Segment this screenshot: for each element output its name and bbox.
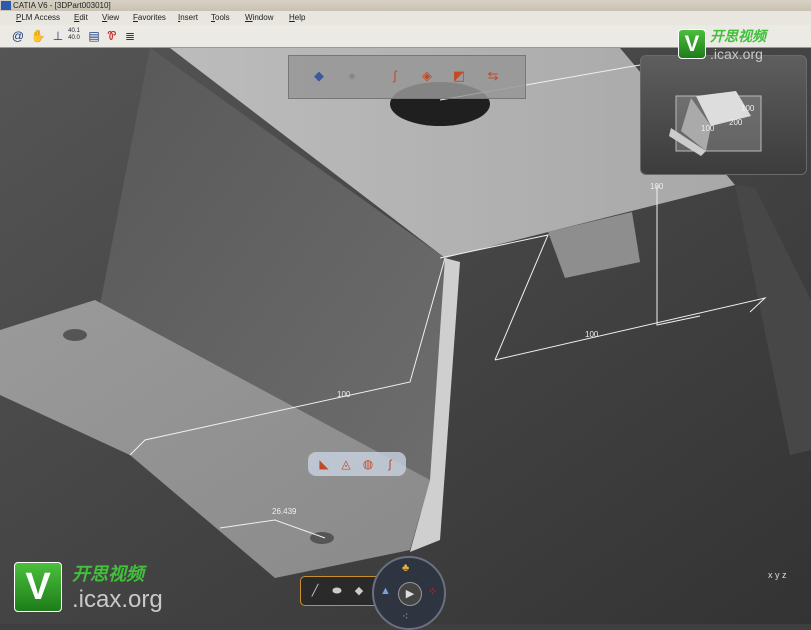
surface-icon[interactable]: ⬬ — [329, 583, 345, 599]
dimension-label[interactable]: 100 — [585, 330, 598, 339]
menu-bar: PLM Access Edit View Favorites Insert To… — [0, 11, 811, 25]
flange-icon[interactable]: ◈ — [419, 68, 435, 84]
play-icon[interactable]: ▶ — [398, 582, 422, 606]
watermark-logo: V — [14, 562, 62, 612]
watermark-chinese: 开思视频 — [710, 28, 766, 44]
line-icon[interactable]: ╱ — [307, 583, 323, 599]
compass-preview[interactable]: 100 200 100 — [640, 55, 807, 175]
watermark-domain: .icax.org — [72, 586, 163, 613]
dimension-label[interactable]: 100 — [650, 182, 663, 191]
preview-dimension: 100 — [701, 124, 715, 133]
unfold-icon[interactable]: ⇆ — [485, 68, 501, 84]
flange-hole — [63, 329, 87, 341]
hand-icon[interactable]: ✋ — [30, 28, 46, 44]
sheet-icon[interactable]: ◆ — [311, 68, 327, 84]
menu-edit[interactable]: Edit — [74, 11, 88, 25]
title-bar: CATIA V6 - [3DPart003010] — [0, 0, 811, 11]
hem-icon[interactable]: ◍ — [360, 456, 376, 472]
menu-favorites[interactable]: Favorites — [133, 11, 166, 25]
menu-view[interactable]: View — [102, 11, 119, 25]
watermark-chinese: 开思视频 — [72, 564, 144, 584]
watermark-domain: .icax.org — [710, 46, 763, 62]
menu-help[interactable]: Help — [289, 11, 305, 25]
floating-toolbar: ◆ ● ʃ ◈ ◩ ⇆ — [288, 55, 526, 99]
plane-icon[interactable]: ◆ — [351, 583, 367, 599]
dots-icon[interactable]: ⁖ — [402, 610, 408, 623]
spiral-icon[interactable]: @ — [10, 28, 26, 44]
menu-window[interactable]: Window — [245, 11, 273, 25]
cylinder-icon[interactable]: ▤ — [86, 28, 102, 44]
cut-icon[interactable]: ◩ — [451, 68, 467, 84]
dimension-label[interactable]: 26.439 — [272, 507, 296, 516]
tree-icon[interactable]: ⁘ — [428, 585, 437, 598]
menu-tools[interactable]: Tools — [211, 11, 230, 25]
window-title: CATIA V6 - [3DPart003010] — [13, 1, 111, 10]
watermark-bottom: V 开思视频 .icax.org — [14, 560, 163, 614]
catia-logo-icon — [1, 1, 11, 11]
menu-insert[interactable]: Insert — [178, 11, 198, 25]
preview-dimension: 200 — [729, 118, 743, 127]
bend-icon[interactable]: ʃ — [387, 68, 403, 84]
sphere-icon[interactable]: ● — [344, 68, 360, 84]
color-icon[interactable]: Ꮘ — [104, 28, 120, 44]
watermark-top: V 开思视频 .icax.org — [678, 26, 766, 62]
preview-part — [669, 91, 762, 156]
context-toolbar: ◣ ◬ ◍ ʃ — [308, 452, 406, 476]
view-icon[interactable]: ▲ — [380, 585, 391, 597]
coordinates-icon[interactable]: 40.1 40.0 — [66, 28, 82, 44]
bend-icon[interactable]: ʃ — [382, 456, 398, 472]
dimension-label[interactable]: 100 — [337, 390, 350, 399]
flange-icon[interactable]: ◬ — [338, 456, 354, 472]
robot-wheel[interactable]: ♣ ▲ ⁘ ⁖ ▶ — [372, 556, 446, 630]
compass-label: x y z — [768, 570, 787, 580]
stack-icon[interactable]: ≣ — [122, 28, 138, 44]
wall-icon[interactable]: ◣ — [316, 456, 332, 472]
watermark-logo: V — [678, 29, 706, 59]
group-icon[interactable]: ♣ — [402, 562, 409, 574]
axis-compass[interactable]: x y z — [768, 570, 787, 580]
axis-icon[interactable]: ⊥ — [50, 28, 66, 44]
menu-plm-access[interactable]: PLM Access — [16, 11, 60, 25]
preview-dimension: 100 — [741, 104, 755, 113]
